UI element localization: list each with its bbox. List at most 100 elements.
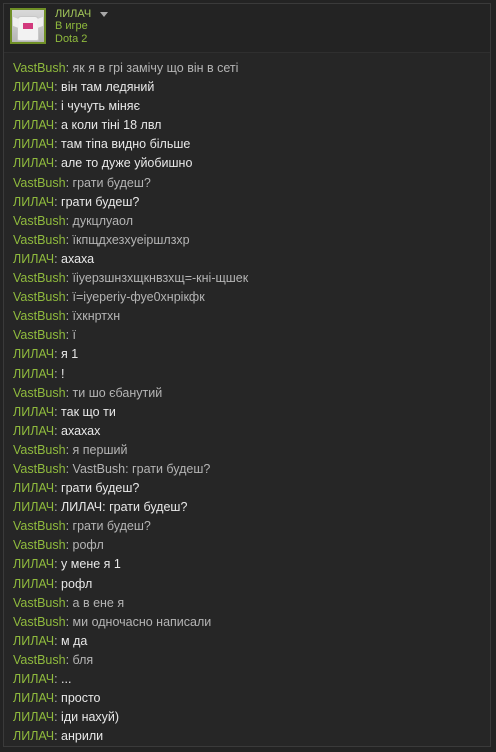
message-text: анрили bbox=[61, 729, 104, 744]
message-text: бля bbox=[72, 652, 94, 667]
chat-message: ЛИЛАЧ: грати будеш? bbox=[13, 479, 483, 498]
message-author[interactable]: ЛИЛАЧ bbox=[13, 500, 54, 514]
message-text: ахаха bbox=[61, 251, 95, 266]
message-author[interactable]: ЛИЛАЧ bbox=[13, 405, 54, 419]
author-separator: : bbox=[54, 80, 62, 95]
message-author[interactable]: VastBush bbox=[13, 386, 66, 400]
author-separator: : bbox=[65, 385, 73, 400]
avatar[interactable] bbox=[10, 8, 46, 44]
author-separator: : bbox=[65, 213, 73, 228]
chat-window: ЛИЛАЧ В игре Dota 2 VastBush: як я в грі… bbox=[3, 3, 491, 747]
author-separator: : bbox=[54, 672, 62, 686]
author-separator: : bbox=[54, 137, 62, 152]
author-separator: : bbox=[65, 652, 73, 667]
message-author[interactable]: ЛИЛАЧ bbox=[13, 80, 54, 94]
author-separator: : bbox=[54, 729, 62, 744]
author-separator: : bbox=[54, 347, 62, 362]
message-text: їіуерзшнзхщкнвзхщ=-кні-щшек bbox=[72, 271, 249, 286]
message-author[interactable]: VastBush bbox=[13, 176, 66, 190]
message-author[interactable]: ЛИЛАЧ bbox=[13, 481, 54, 495]
author-separator: : bbox=[54, 404, 62, 419]
message-text: просто bbox=[61, 691, 101, 706]
message-author[interactable]: VastBush bbox=[13, 615, 66, 629]
message-author[interactable]: VastBush bbox=[13, 290, 66, 304]
message-text: ... bbox=[61, 672, 72, 686]
author-separator: : bbox=[65, 175, 73, 190]
author-separator: : bbox=[65, 461, 73, 476]
message-author[interactable]: ЛИЛАЧ bbox=[13, 557, 54, 571]
author-separator: : bbox=[54, 691, 62, 706]
author-separator: : bbox=[54, 156, 62, 171]
message-author[interactable]: VastBush bbox=[13, 328, 66, 342]
message-author[interactable]: VastBush bbox=[13, 214, 66, 228]
message-text: рофл bbox=[61, 576, 93, 591]
author-separator: : bbox=[54, 500, 62, 515]
message-text: і чучуть міняє bbox=[61, 99, 140, 114]
message-author[interactable]: ЛИЛАЧ bbox=[13, 367, 54, 381]
message-author[interactable]: ЛИЛАЧ bbox=[13, 137, 54, 151]
author-separator: : bbox=[54, 99, 62, 114]
message-author[interactable]: ЛИЛАЧ bbox=[13, 710, 54, 724]
chat-message: VastBush: грати будеш? bbox=[13, 517, 483, 536]
chat-message: ЛИЛАЧ: ахахах bbox=[13, 422, 483, 441]
message-author[interactable]: VastBush bbox=[13, 61, 66, 75]
message-author[interactable]: ЛИЛАЧ bbox=[13, 672, 54, 686]
chat-message: ЛИЛАЧ: ! bbox=[13, 365, 483, 384]
author-separator: : bbox=[54, 251, 62, 266]
message-author[interactable]: ЛИЛАЧ bbox=[13, 99, 54, 113]
message-author[interactable]: ЛИЛАЧ bbox=[13, 424, 54, 438]
message-author[interactable]: VastBush bbox=[13, 271, 66, 285]
message-author[interactable]: VastBush bbox=[13, 596, 66, 610]
message-text: грати будеш? bbox=[72, 175, 151, 190]
chat-message: ЛИЛАЧ: ЛИЛАЧ: грати будеш? bbox=[13, 498, 483, 517]
message-text: грати будеш? bbox=[61, 481, 140, 496]
author-separator: : bbox=[65, 442, 73, 457]
message-author[interactable]: ЛИЛАЧ bbox=[13, 195, 54, 209]
message-text: грати будеш? bbox=[61, 194, 140, 209]
chat-log[interactable]: VastBush: як я в грі замічу що він в сет… bbox=[13, 59, 483, 746]
message-author[interactable]: ЛИЛАЧ bbox=[13, 252, 54, 266]
chat-message: ЛИЛАЧ: анрили bbox=[13, 727, 483, 746]
chat-message: ЛИЛАЧ: а коли тіні 18 лвл bbox=[13, 116, 483, 135]
game-name: Dota 2 bbox=[55, 33, 88, 45]
message-author[interactable]: ЛИЛАЧ bbox=[13, 577, 54, 591]
message-text: їхкнртхн bbox=[72, 309, 121, 324]
message-text: ти шо єбанутий bbox=[72, 385, 163, 400]
message-author[interactable]: VastBush bbox=[13, 309, 66, 323]
chat-message: ЛИЛАЧ: я 1 bbox=[13, 345, 483, 364]
message-text: рофл bbox=[72, 538, 104, 553]
chat-message: VastBush: а в ене я bbox=[13, 594, 483, 613]
message-text: а в ене я bbox=[72, 595, 125, 610]
author-separator: : bbox=[54, 194, 62, 209]
chat-message: ЛИЛАЧ: ахаха bbox=[13, 250, 483, 269]
chat-message: VastBush: VastBush: грати будеш? bbox=[13, 460, 483, 479]
author-separator: : bbox=[54, 118, 62, 133]
chat-message: VastBush: дукцлуаол bbox=[13, 212, 483, 231]
chat-message: ЛИЛАЧ: просто bbox=[13, 689, 483, 708]
author-separator: : bbox=[65, 328, 73, 343]
message-author[interactable]: VastBush bbox=[13, 443, 66, 457]
message-text: ахахах bbox=[61, 423, 101, 438]
message-author[interactable]: ЛИЛАЧ bbox=[13, 156, 54, 170]
message-author[interactable]: VastBush bbox=[13, 462, 66, 476]
chat-message: VastBush: їхкнртхн bbox=[13, 307, 483, 326]
message-author[interactable]: VastBush bbox=[13, 233, 66, 247]
message-text: м да bbox=[61, 633, 88, 648]
username-dropdown[interactable]: ЛИЛАЧ bbox=[55, 8, 109, 20]
message-text: як я в грі замічу що він в сеті bbox=[72, 61, 239, 75]
message-author[interactable]: ЛИЛАЧ bbox=[13, 634, 54, 648]
message-author[interactable]: VastBush bbox=[13, 519, 66, 533]
chat-message: VastBush: ти шо єбанутий bbox=[13, 384, 483, 403]
message-author[interactable]: ЛИЛАЧ bbox=[13, 347, 54, 361]
message-author[interactable]: ЛИЛАЧ bbox=[13, 729, 54, 743]
chat-message: ЛИЛАЧ: рофл bbox=[13, 575, 483, 594]
chevron-down-icon[interactable] bbox=[100, 12, 109, 17]
message-author[interactable]: ЛИЛАЧ bbox=[13, 118, 54, 132]
chat-message: ЛИЛАЧ: він там ледяний bbox=[13, 78, 483, 97]
message-author[interactable]: VastBush bbox=[13, 538, 66, 552]
message-text: іди нахуй) bbox=[61, 710, 120, 725]
message-author[interactable]: VastBush bbox=[13, 653, 66, 667]
author-separator: : bbox=[54, 366, 62, 381]
chat-message: VastBush: їіуерзшнзхщкнвзхщ=-кні-щшек bbox=[13, 269, 483, 288]
message-author[interactable]: ЛИЛАЧ bbox=[13, 691, 54, 705]
